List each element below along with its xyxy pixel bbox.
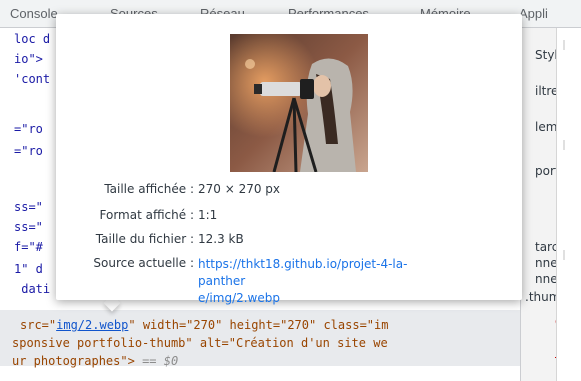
displayed-ratio-label: Format affiché :	[99, 208, 195, 222]
code-line: dati	[14, 282, 51, 296]
code-line: 'cont	[14, 72, 51, 86]
scroll-marker	[563, 40, 565, 50]
selected-code-line-2: sponsive portfolio-thumb" alt="Création …	[12, 336, 388, 350]
code-line: loc d	[14, 32, 51, 46]
filter-input[interactable]: iltre	[535, 84, 558, 98]
attr-rest: " width="270" height="270" class="im	[128, 318, 389, 332]
tab-console[interactable]: Console	[10, 6, 58, 21]
code-line: io">	[14, 52, 43, 66]
src-link[interactable]: img/2.webp	[56, 318, 128, 332]
selected-code-line-3: ur photographes"> == $0	[12, 352, 178, 370]
tab-application[interactable]: Appli	[519, 6, 548, 21]
panel-scrollbar[interactable]	[556, 28, 581, 381]
image-preview-tooltip: Taille affichée : 270 × 270 px Format af…	[56, 14, 522, 305]
file-size-value: 12.3 kB	[198, 232, 244, 246]
displayed-ratio-value: 1:1	[198, 208, 218, 222]
photographer-image-icon	[230, 34, 368, 172]
file-size-label: Taille du fichier :	[95, 232, 194, 246]
scroll-marker	[563, 140, 565, 150]
code-line: ="ro	[14, 144, 43, 158]
style-rule: tarc	[535, 240, 559, 254]
code-line: ="ro	[14, 122, 43, 136]
displayed-size-value: 270 × 270 px	[198, 182, 281, 196]
selected-code-line-1: src="img/2.webp" width="270" height="270…	[20, 316, 388, 334]
source-url-line1[interactable]: https://thkt18.github.io/projet-4-la-pan…	[198, 256, 438, 290]
src-attr: src="	[20, 318, 57, 332]
current-source-link[interactable]: https://thkt18.github.io/projet-4-la-pan…	[198, 256, 438, 307]
scroll-marker	[563, 250, 565, 260]
image-thumbnail	[230, 34, 368, 172]
dollar-zero-indicator: == $0	[142, 354, 179, 368]
current-source-label: Source actuelle :	[93, 256, 194, 270]
source-url-line2[interactable]: e/img/2.webp	[198, 290, 438, 307]
alt-end: ur photographes">	[12, 354, 135, 368]
displayed-size-label: Taille affichée :	[104, 182, 194, 196]
